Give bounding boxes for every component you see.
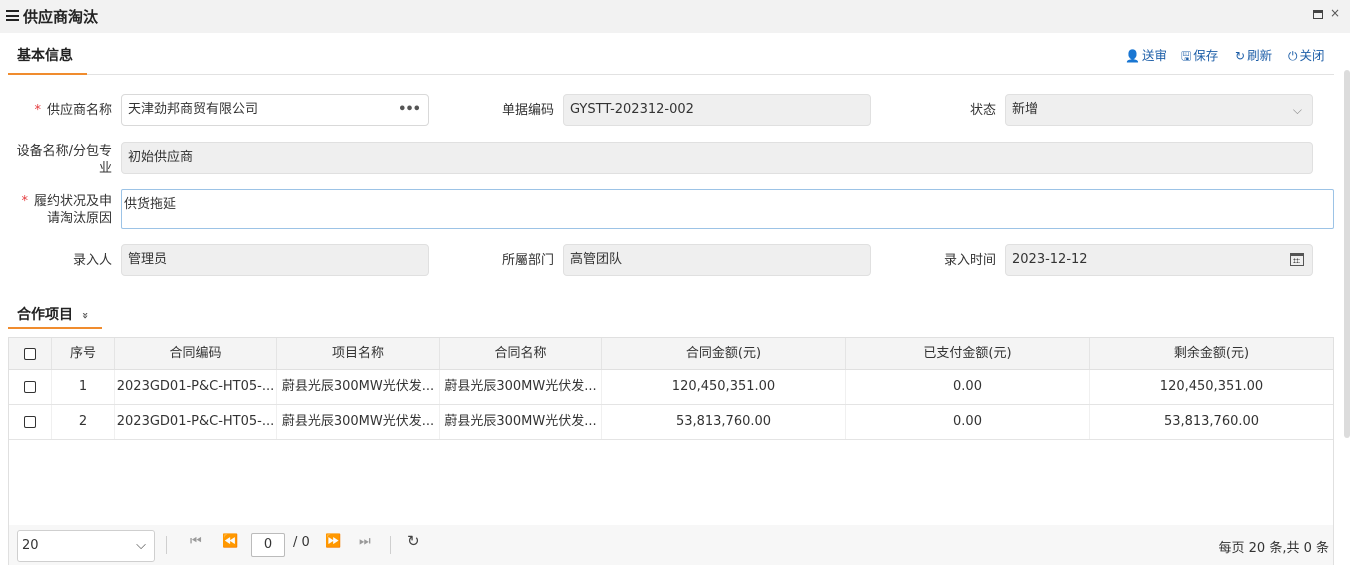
- entered-by-label: 录入人: [72, 253, 112, 268]
- equipment-label: 设备名称/分包专 业: [16, 144, 112, 176]
- doc-code-label: 单据编码: [501, 103, 554, 118]
- pager-info: 每页 20 条,共 0 条: [1218, 541, 1329, 556]
- submit-button[interactable]: 👤 送审: [1125, 45, 1167, 64]
- cell-remaining: 53,813,760.00: [1163, 414, 1260, 429]
- close-window-button[interactable]: ×: [1330, 6, 1340, 20]
- reason-textarea[interactable]: 供货拖延: [121, 189, 1334, 229]
- refresh-label: 刷新: [1247, 48, 1273, 63]
- save-label: 保存: [1193, 48, 1219, 63]
- close-button[interactable]: ⏻ 关闭: [1288, 45, 1325, 64]
- more-icon[interactable]: •••: [398, 95, 421, 125]
- table-row[interactable]: 2 2023GD01-P&C-HT05-... 蔚县光辰300MW光伏发... …: [9, 405, 1333, 440]
- entered-by-field: 管理员: [121, 244, 429, 276]
- reason-label: * 履约状况及申 请淘汰原因: [21, 194, 112, 226]
- pager-divider: [166, 536, 167, 554]
- table-row[interactable]: 1 2023GD01-P&C-HT05-... 蔚县光辰300MW光伏发... …: [9, 370, 1333, 405]
- cell-seq: 2: [52, 405, 115, 439]
- col-paid[interactable]: 已支付金额(元): [846, 338, 1090, 369]
- col-seq: 序号: [52, 338, 115, 369]
- cell-contract-code: 2023GD01-P&C-HT05-...: [115, 405, 277, 439]
- cell-amount: 120,450,351.00: [602, 370, 846, 404]
- col-remaining[interactable]: 剩余金额(元): [1090, 338, 1333, 369]
- submit-label: 送审: [1141, 48, 1167, 63]
- tab-projects[interactable]: 合作项目 »: [17, 304, 92, 324]
- cell-contract-name: 蔚县光辰300MW光伏发...: [440, 370, 602, 404]
- select-all-checkbox[interactable]: [24, 347, 36, 360]
- window-titlebar: 供应商淘汰 ×: [0, 0, 1350, 33]
- cell-project-name: 蔚县光辰300MW光伏发...: [277, 370, 440, 404]
- total-pages: / 0: [293, 535, 310, 550]
- menu-icon[interactable]: [6, 10, 19, 21]
- required-mark: *: [34, 103, 41, 118]
- supplier-name-value: 天津劲邦商贸有限公司: [128, 102, 259, 117]
- chevron-down-icon: ⌵: [136, 538, 146, 553]
- vertical-scrollbar[interactable]: [1344, 70, 1350, 438]
- maximize-icon[interactable]: [1313, 10, 1323, 19]
- save-button[interactable]: 🖫 保存: [1181, 45, 1218, 68]
- refresh-button[interactable]: ↻ 刷新: [1235, 45, 1272, 64]
- row-checkbox[interactable]: [24, 415, 36, 428]
- col-contract-code[interactable]: 合同编码: [115, 338, 277, 369]
- cell-seq: 1: [52, 370, 115, 404]
- col-contract-name[interactable]: 合同名称: [440, 338, 602, 369]
- entered-by-value: 管理员: [128, 252, 168, 267]
- page-size-select[interactable]: 20 ⌵: [17, 530, 155, 562]
- equipment-value: 初始供应商: [128, 150, 194, 165]
- next-page-icon[interactable]: ⏩: [325, 534, 341, 549]
- cell-remaining: 120,450,351.00: [1159, 379, 1264, 394]
- tab-basic-info-underline: [8, 73, 87, 75]
- tab-basic-info[interactable]: 基本信息: [17, 45, 73, 65]
- prev-page-icon[interactable]: ⏪: [222, 534, 238, 549]
- department-label: 所屬部门: [501, 253, 554, 268]
- entry-time-label: 录入时间: [943, 253, 996, 268]
- supplier-name-field[interactable]: 天津劲邦商贸有限公司 •••: [121, 94, 429, 126]
- entry-time-value: 2023-12-12: [1012, 252, 1088, 267]
- power-icon: ⏻: [1288, 49, 1298, 63]
- cell-amount: 53,813,760.00: [602, 405, 846, 439]
- section-divider: [8, 74, 1334, 75]
- entry-time-field[interactable]: 2023-12-12: [1005, 244, 1313, 276]
- row-select-cell: [9, 405, 52, 439]
- tab-projects-underline: [8, 327, 102, 329]
- status-value: 新增: [1012, 102, 1039, 117]
- table-header: 序号 合同编码 项目名称 合同名称 合同金额(元) 已支付金额(元) 剩余金额(…: [9, 338, 1333, 370]
- cell-paid: 0.00: [846, 405, 1090, 439]
- refresh-icon: ↻: [1235, 49, 1246, 63]
- reload-icon[interactable]: ↻: [407, 532, 420, 550]
- supplier-name-label: * 供应商名称: [34, 103, 112, 118]
- department-value: 高管团队: [570, 252, 623, 267]
- select-all-cell: [9, 338, 52, 369]
- save-icon: 🖫: [1181, 49, 1192, 63]
- calendar-icon[interactable]: [1290, 253, 1304, 266]
- status-label: 状态: [969, 103, 996, 118]
- cell-contract-name: 蔚县光辰300MW光伏发...: [440, 405, 602, 439]
- close-label: 关闭: [1299, 48, 1325, 63]
- row-select-cell: [9, 370, 52, 404]
- col-amount[interactable]: 合同金额(元): [602, 338, 846, 369]
- pagination-bar: 20 ⌵ ⏮ ⏪ 0 / 0 ⏩ ⏭ ↻ 每页 20 条,共 0 条: [9, 525, 1333, 565]
- status-select[interactable]: 新增 ⌵: [1005, 94, 1313, 126]
- department-field: 高管团队: [563, 244, 871, 276]
- cell-paid: 0.00: [846, 370, 1090, 404]
- page-number-input[interactable]: 0: [251, 533, 285, 557]
- equipment-field: 初始供应商: [121, 142, 1313, 174]
- doc-code-field: GYSTT-202312-002: [563, 94, 871, 126]
- contracts-table: 序号 合同编码 项目名称 合同名称 合同金额(元) 已支付金额(元) 剩余金额(…: [8, 337, 1334, 565]
- cell-project-name: 蔚县光辰300MW光伏发...: [277, 405, 440, 439]
- user-send-icon: 👤: [1125, 49, 1140, 63]
- required-mark: *: [21, 194, 28, 209]
- page-size-value: 20: [22, 538, 39, 553]
- pager-divider: [390, 536, 391, 554]
- tab-projects-label: 合作项目: [17, 307, 73, 323]
- cell-contract-code: 2023GD01-P&C-HT05-...: [115, 370, 277, 404]
- chevron-down-icon: ⌵: [1292, 103, 1302, 117]
- first-page-icon[interactable]: ⏮: [190, 534, 202, 549]
- chevron-double-down-icon[interactable]: »: [79, 312, 92, 319]
- col-project-name[interactable]: 项目名称: [277, 338, 440, 369]
- window-title: 供应商淘汰: [23, 8, 99, 26]
- last-page-icon[interactable]: ⏭: [359, 534, 371, 549]
- row-checkbox[interactable]: [24, 380, 36, 393]
- doc-code-value: GYSTT-202312-002: [570, 102, 694, 117]
